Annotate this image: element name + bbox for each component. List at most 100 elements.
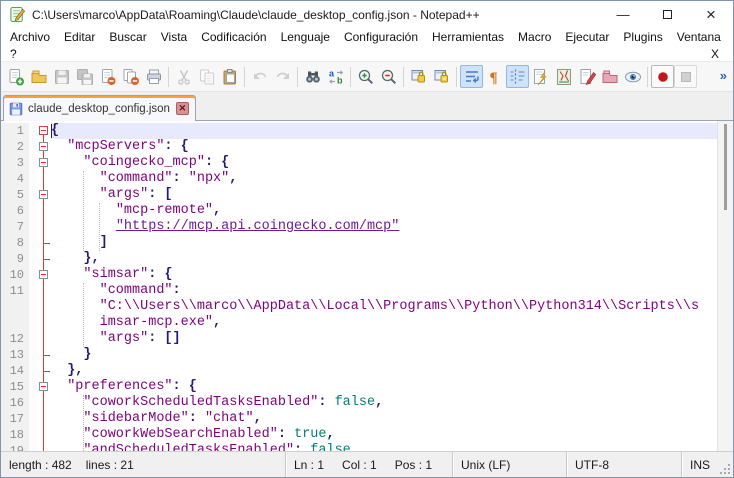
line-number[interactable]: 13 [1, 347, 29, 363]
line-number[interactable]: 19 [1, 443, 29, 451]
save-all-button[interactable] [73, 65, 96, 88]
menu-item-herramientas[interactable]: Herramientas [425, 30, 511, 44]
status-insert-mode[interactable]: INS [681, 452, 723, 477]
find-button[interactable] [301, 65, 324, 88]
document-map-button[interactable] [552, 65, 575, 88]
new-file-button[interactable] [4, 65, 27, 88]
code-line[interactable]: "preferences": { [51, 379, 717, 395]
menu-item-archivo[interactable]: Archivo [1, 30, 57, 44]
fold-margin[interactable] [37, 443, 51, 451]
copy-button[interactable] [195, 65, 218, 88]
menu-item-lenguaje[interactable]: Lenguaje [274, 30, 337, 44]
bookmark-margin[interactable] [29, 123, 37, 139]
bookmark-margin[interactable] [29, 187, 37, 203]
line-number[interactable]: 16 [1, 395, 29, 411]
menu-item-configuracion[interactable]: Configuración [337, 30, 425, 44]
undo-button[interactable] [248, 65, 271, 88]
code-line[interactable]: { [51, 123, 717, 139]
line-number[interactable]: 11 [1, 283, 29, 299]
document-list-button[interactable] [575, 65, 598, 88]
editor-row[interactable]: 16 "coworkScheduledTasksEnabled": false, [1, 395, 717, 411]
open-folder-button[interactable] [27, 65, 50, 88]
menu-item-codificacion[interactable]: Codificación [194, 30, 273, 44]
cut-button[interactable] [172, 65, 195, 88]
code-line[interactable]: }, [51, 251, 717, 267]
editor-row[interactable]: 14 }, [1, 363, 717, 379]
fold-margin[interactable] [37, 315, 51, 331]
paste-button[interactable] [218, 65, 241, 88]
fold-margin[interactable] [37, 283, 51, 299]
status-encoding[interactable]: UTF-8 [566, 452, 681, 477]
fold-margin[interactable] [37, 379, 51, 395]
menu-item-ventana[interactable]: Ventana [670, 30, 728, 44]
code-line[interactable]: "command": [51, 283, 717, 299]
editor-row[interactable]: 6 "mcp-remote", [1, 203, 717, 219]
bookmark-margin[interactable] [29, 315, 37, 331]
editor-area[interactable]: 1{2 "mcpServers": {3 "coingecko_mcp": {4… [1, 121, 733, 451]
editor-row[interactable]: 19 "andScheduledTasksEnabled": false [1, 443, 717, 451]
fold-margin[interactable] [37, 267, 51, 283]
line-number[interactable]: 6 [1, 203, 29, 219]
zoom-in-button[interactable] [354, 65, 377, 88]
fold-margin[interactable] [37, 427, 51, 443]
monitoring-button[interactable] [621, 65, 644, 88]
code-line[interactable]: "https://mcp.api.coingecko.com/mcp" [51, 219, 717, 235]
line-number[interactable]: 7 [1, 219, 29, 235]
macro-stop-button[interactable] [674, 65, 697, 88]
editor-row[interactable]: 5 "args": [ [1, 187, 717, 203]
code-line[interactable]: "andScheduledTasksEnabled": false [51, 443, 717, 451]
fold-collapse-icon[interactable] [39, 158, 48, 167]
code-line[interactable]: "command": "npx", [51, 171, 717, 187]
bookmark-margin[interactable] [29, 395, 37, 411]
line-number[interactable]: 12 [1, 331, 29, 347]
fold-collapse-icon[interactable] [39, 382, 48, 391]
code-line[interactable]: "coingecko_mcp": { [51, 155, 717, 171]
line-number[interactable]: 10 [1, 267, 29, 283]
bookmark-margin[interactable] [29, 331, 37, 347]
editor-row[interactable]: 15 "preferences": { [1, 379, 717, 395]
bookmark-margin[interactable] [29, 411, 37, 427]
show-all-characters-button[interactable]: ¶ [483, 65, 506, 88]
line-number[interactable]: 4 [1, 171, 29, 187]
sync-vertical-scroll-button[interactable] [407, 65, 430, 88]
status-eol-format[interactable]: Unix (LF) [452, 452, 566, 477]
menu-item-vista[interactable]: Vista [154, 30, 194, 44]
fold-margin[interactable] [37, 331, 51, 347]
editor-row[interactable]: 1{ [1, 123, 717, 139]
editor-row[interactable]: 11 "command": [1, 283, 717, 299]
fold-margin[interactable] [37, 219, 51, 235]
bookmark-margin[interactable] [29, 347, 37, 363]
url-link[interactable]: "https://mcp.api.coingecko.com/mcp" [116, 219, 400, 234]
editor-row[interactable]: 7 "https://mcp.api.coingecko.com/mcp" [1, 219, 717, 235]
scrollbar-thumb[interactable] [724, 124, 727, 210]
fold-margin[interactable] [37, 171, 51, 187]
bookmark-margin[interactable] [29, 235, 37, 251]
fold-margin[interactable] [37, 363, 51, 379]
zoom-out-button[interactable] [377, 65, 400, 88]
close-button[interactable]: × [689, 1, 733, 28]
fold-margin[interactable] [37, 203, 51, 219]
fold-margin[interactable] [37, 299, 51, 315]
code-line[interactable]: }, [51, 363, 717, 379]
editor-row[interactable]: "C:\\Users\\marco\\AppData\\Local\\Progr… [1, 299, 717, 315]
bookmark-margin[interactable] [29, 203, 37, 219]
word-wrap-button[interactable] [460, 65, 483, 88]
editor-row[interactable]: 17 "sidebarMode": "chat", [1, 411, 717, 427]
fold-margin[interactable] [37, 347, 51, 363]
line-number[interactable] [1, 299, 29, 315]
menu-item-ejecutar[interactable]: Ejecutar [558, 30, 616, 44]
editor-row[interactable]: 4 "command": "npx", [1, 171, 717, 187]
redo-button[interactable] [271, 65, 294, 88]
editor-row[interactable]: 8 ] [1, 235, 717, 251]
code-line[interactable]: ] [51, 235, 717, 251]
bookmark-margin[interactable] [29, 363, 37, 379]
line-number[interactable]: 18 [1, 427, 29, 443]
editor-row[interactable]: 2 "mcpServers": { [1, 139, 717, 155]
bookmark-margin[interactable] [29, 267, 37, 283]
function-list-button[interactable] [529, 65, 552, 88]
line-number[interactable]: 1 [1, 123, 29, 139]
code-line[interactable]: "args": [] [51, 331, 717, 347]
document-close-x[interactable]: X [697, 47, 733, 61]
bookmark-margin[interactable] [29, 443, 37, 451]
editor-row[interactable]: 18 "coworkWebSearchEnabled": true, [1, 427, 717, 443]
